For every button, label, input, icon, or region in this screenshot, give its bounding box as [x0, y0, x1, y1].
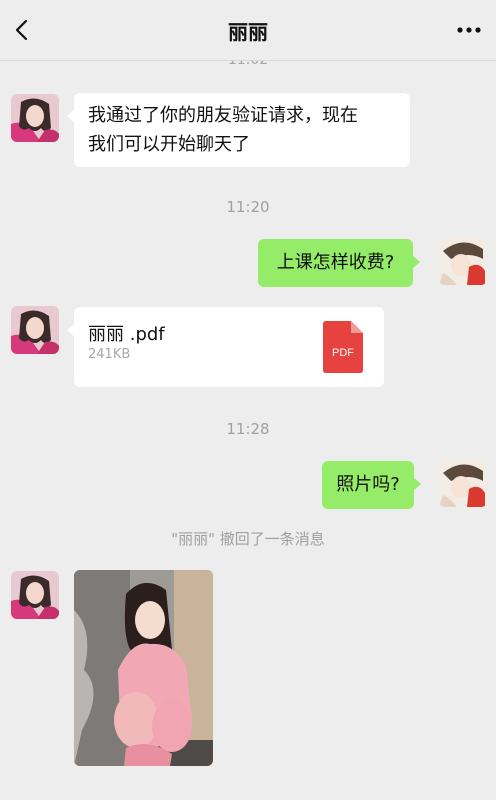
chat-title: 丽丽 — [228, 19, 268, 44]
svg-text:PDF: PDF — [332, 347, 354, 359]
user-avatar[interactable] — [439, 237, 487, 285]
message-text: 照片吗? — [336, 474, 400, 495]
message-text: 我们可以开始聊天了 — [88, 134, 250, 155]
file-message-card[interactable]: 丽丽 .pdf 241KB PDF — [67, 307, 384, 387]
message-bubble-outgoing[interactable]: 上课怎样收费? — [258, 239, 420, 287]
more-dots-icon — [457, 27, 481, 33]
message-text: 我通过了你的朋友验证请求，现在 — [88, 105, 358, 126]
timestamp: 11:20 — [226, 198, 270, 216]
back-button[interactable] — [8, 16, 36, 44]
file-name: 丽丽 .pdf — [88, 324, 165, 345]
pdf-file-icon: PDF — [323, 321, 363, 373]
user-avatar[interactable] — [439, 459, 487, 507]
contact-avatar[interactable] — [11, 571, 59, 619]
chat-header: 丽丽 — [0, 0, 496, 61]
chevron-left-icon — [15, 19, 28, 41]
message-bubble-outgoing[interactable]: 照片吗? — [322, 461, 421, 509]
recall-notice: "丽丽" 撤回了一条消息 — [171, 530, 325, 548]
image-message[interactable] — [74, 570, 213, 766]
contact-avatar[interactable] — [11, 94, 59, 142]
timestamp: 11:28 — [226, 420, 270, 438]
more-button[interactable] — [454, 18, 484, 42]
message-bubble-incoming[interactable]: 我通过了你的朋友验证请求，现在 我们可以开始聊天了 — [67, 93, 410, 167]
file-size: 241KB — [88, 347, 131, 362]
contact-avatar[interactable] — [11, 306, 59, 354]
message-text: 上课怎样收费? — [276, 252, 395, 273]
